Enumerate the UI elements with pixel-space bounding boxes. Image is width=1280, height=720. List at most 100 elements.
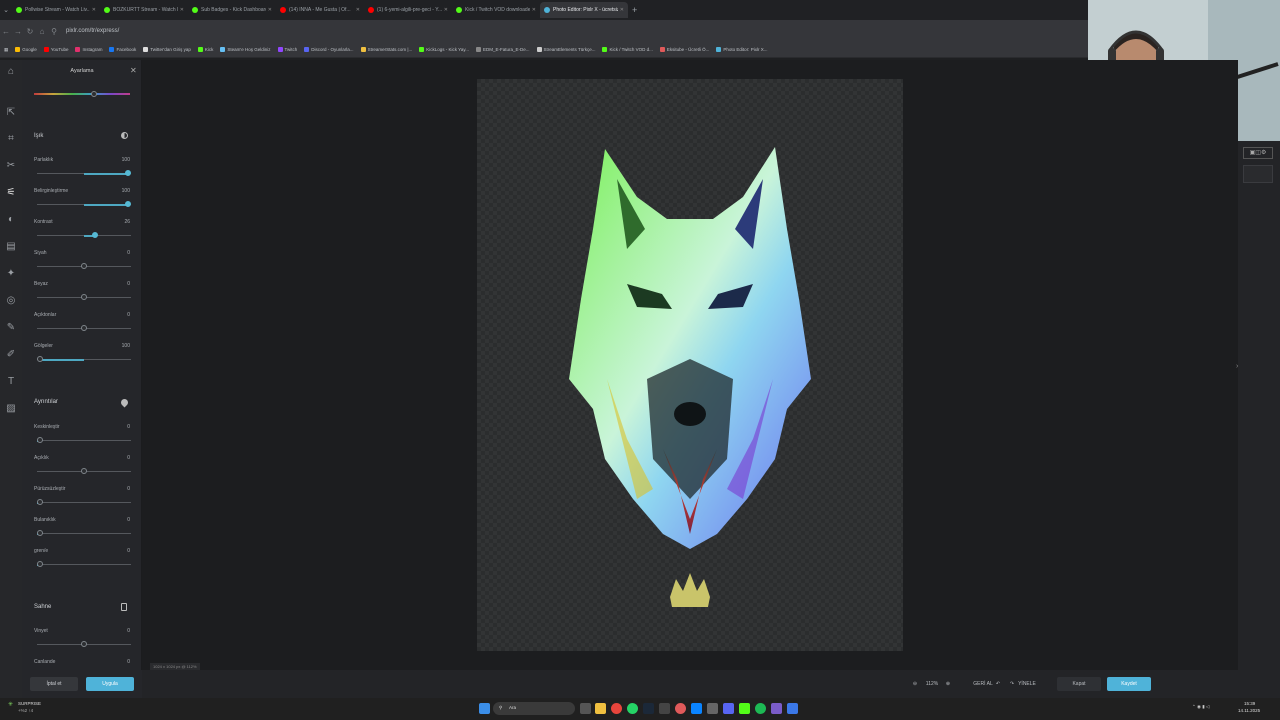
grain-slider[interactable] [37, 561, 131, 567]
new-tab-plus-icon[interactable]: + [632, 5, 637, 15]
app-icon[interactable] [771, 703, 782, 714]
steam-icon[interactable] [643, 703, 654, 714]
highlights-slider[interactable] [37, 325, 131, 331]
redo-button[interactable]: YİNELE [1016, 677, 1038, 691]
back-arrow-icon[interactable]: ← [0, 27, 12, 36]
slider-knob[interactable] [92, 232, 98, 238]
tab-close-icon[interactable]: ✕ [268, 7, 272, 13]
contrast-slider[interactable] [37, 232, 131, 238]
discord-icon[interactable] [723, 703, 734, 714]
bookmark[interactable]: KickLogs - Kick Yay... [419, 47, 469, 52]
hue-slider-knob[interactable] [91, 91, 97, 97]
tray-icons[interactable]: ⌃ ◉ ▮ ◁ [1192, 704, 1209, 710]
edge-icon[interactable] [691, 703, 702, 714]
browser-tab[interactable]: BOZKURTT Stream - Watch L... ✕ [100, 2, 188, 18]
browser-tab[interactable]: (14) INNA - Me Gusta | Of... ✕ [276, 2, 364, 18]
bookmark[interactable]: Facebook [109, 47, 136, 52]
slider-knob[interactable] [81, 263, 87, 269]
browser-tab[interactable]: Sub Badges - Kick Dashboard ✕ [188, 2, 276, 18]
browser-tab[interactable]: (1) 6-yemi-algili-pre-geci - Y... ✕ [364, 2, 452, 18]
save-button[interactable]: Kaydet [1107, 677, 1151, 691]
collapse-arrow-icon[interactable]: › [1236, 363, 1238, 370]
crop-icon[interactable]: ⌗ [5, 133, 17, 145]
tab-close-icon[interactable]: ✕ [180, 7, 184, 13]
bookmark[interactable]: Instagram [75, 47, 102, 52]
arrange-icon[interactable]: ⇱ [5, 107, 17, 119]
slider-knob[interactable] [81, 468, 87, 474]
undo-button[interactable]: GERİ AL [972, 677, 994, 691]
filter-icon[interactable]: ◐ [5, 214, 17, 226]
slider-knob[interactable] [37, 437, 43, 443]
whites-slider[interactable] [37, 294, 131, 300]
blur-slider[interactable] [37, 530, 131, 536]
zoom-out-icon[interactable]: ⊖ [910, 677, 920, 691]
layer-thumbnail[interactable] [1243, 165, 1273, 183]
app-icon[interactable] [659, 703, 670, 714]
slider-knob[interactable] [37, 356, 43, 362]
whatsapp-icon[interactable] [627, 703, 638, 714]
bookmark[interactable]: Photo Editor: Pixlr X... [716, 47, 767, 52]
browser-tab-active[interactable]: Photo Editor: Pixlr X - ücretsiz... ✕ [540, 2, 628, 18]
start-windows-icon[interactable] [479, 703, 490, 714]
tab-close-icon[interactable]: ✕ [532, 7, 536, 13]
sharpen-slider[interactable] [37, 437, 131, 443]
reload-icon[interactable]: ↻ [24, 27, 36, 36]
browser-tab[interactable]: Pollwise Stream - Watch Liv... ✕ [12, 2, 100, 18]
file-explorer-icon[interactable] [595, 703, 606, 714]
apply-button[interactable]: Uygula [86, 677, 134, 691]
bookmark[interactable]: Steam'e Hoş Geldiniz [220, 47, 271, 52]
bookmark[interactable]: Kick [197, 47, 213, 52]
cutout-scissors-icon[interactable]: ✂ [5, 160, 17, 172]
slider-knob[interactable] [81, 641, 87, 647]
zoom-in-icon[interactable]: ⊕ [943, 677, 953, 691]
weather-label[interactable]: SURPRISE [18, 701, 41, 706]
adjust-sliders-icon[interactable]: ⚟ [5, 187, 17, 199]
opera-icon[interactable] [675, 703, 686, 714]
slider-knob[interactable] [125, 170, 131, 176]
app-icon[interactable] [787, 703, 798, 714]
slider-knob[interactable] [125, 201, 131, 207]
task-view-icon[interactable] [580, 703, 591, 714]
slider-knob[interactable] [37, 530, 43, 536]
bookmark[interactable]: Twitch [277, 47, 297, 52]
liquify-icon[interactable]: ◎ [5, 295, 17, 307]
slider-knob[interactable] [81, 325, 87, 331]
bookmark[interactable]: YouTube [43, 47, 68, 52]
panel-close-icon[interactable]: ✕ [130, 66, 137, 75]
spotify-icon[interactable] [755, 703, 766, 714]
bookmark[interactable]: Eksitube - Ücretli Ö... [659, 47, 709, 52]
slider-knob[interactable] [37, 561, 43, 567]
bookmark[interactable]: EDM_E-Fatura_E-De... [476, 47, 530, 52]
blacks-slider[interactable] [37, 263, 131, 269]
bookmark[interactable]: Twitter'dan Giriş yap [143, 47, 191, 52]
kick-icon[interactable] [739, 703, 750, 714]
text-icon[interactable]: T [5, 376, 17, 388]
smooth-slider[interactable] [37, 499, 131, 505]
shadows-slider[interactable] [37, 356, 131, 362]
forward-arrow-icon[interactable]: → [12, 27, 24, 36]
draw-pen-icon[interactable]: ✎ [5, 322, 17, 334]
taskbar-search-box[interactable]: ⚲ Ara [493, 702, 575, 715]
bookmark[interactable]: Kick / Twitch VOD d... [602, 47, 653, 52]
clock-time[interactable]: 15:39 [1244, 701, 1255, 706]
home-icon[interactable]: ⌂ [5, 66, 17, 78]
app-icon[interactable] [707, 703, 718, 714]
site-info-icon[interactable]: ⚲ [48, 27, 60, 36]
slider-knob[interactable] [37, 499, 43, 505]
image-canvas[interactable] [477, 79, 903, 651]
retouch-icon[interactable]: ✦ [5, 268, 17, 280]
clock-date[interactable]: 14.11.2025 [1238, 708, 1260, 713]
tab-close-icon[interactable]: ✕ [92, 7, 96, 13]
weather-icon[interactable]: ✳ [8, 701, 13, 708]
close-button[interactable]: Kapat [1057, 677, 1101, 691]
browser-tab[interactable]: Kick / Twitch VOD downloader ✕ [452, 2, 540, 18]
tab-menu-chevron-icon[interactable]: ⌄ [0, 6, 12, 14]
chrome-icon[interactable] [611, 703, 622, 714]
slider-knob[interactable] [81, 294, 87, 300]
bookmark[interactable]: Google [15, 47, 37, 52]
bookmark[interactable]: StreamElements Türkçe... [536, 47, 595, 52]
brightness-slider[interactable] [37, 170, 131, 176]
brush-icon[interactable]: ✐ [5, 349, 17, 361]
tab-close-icon[interactable]: ✕ [620, 7, 624, 13]
zoom-level[interactable]: 112% [924, 677, 940, 691]
